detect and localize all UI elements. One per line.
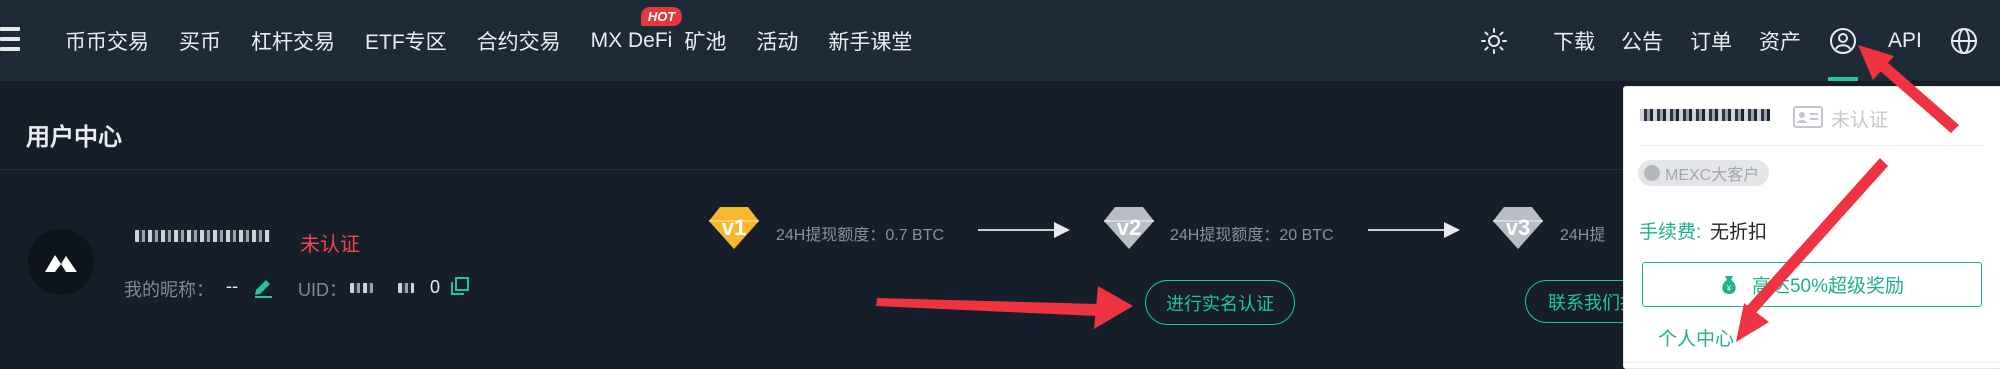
hot-badge: HOT — [640, 6, 683, 26]
nav-item-beginner[interactable]: 新手课堂 — [828, 26, 912, 56]
nav-item-activities[interactable]: 活动 — [756, 26, 798, 56]
copy-icon — [451, 277, 469, 295]
nav-item-defi[interactable]: MX DeFi HOT — [590, 6, 683, 53]
level-v2-quota: 24H提现额度：20 BTC — [1170, 227, 1334, 244]
edit-nickname-button[interactable] — [252, 276, 274, 303]
verify-status: 未认证 — [300, 234, 360, 256]
reward-button[interactable]: ¥ 高达50%超级奖励 — [1642, 262, 1982, 307]
nickname-label: 我的昵称： — [124, 280, 214, 300]
user-menu-active-indicator — [1828, 77, 1858, 81]
nav-announcement[interactable]: 公告 — [1621, 0, 1663, 81]
personal-center-link[interactable]: 个人中心 — [1658, 324, 1734, 351]
globe-icon — [1951, 27, 1977, 54]
level-v1-badge: v1 — [708, 205, 760, 256]
theme-toggle[interactable] — [1480, 0, 1508, 81]
dropdown-verify-status[interactable]: 未认证 — [1831, 105, 1888, 132]
arrow-right-icon — [1444, 222, 1460, 238]
vip-badge-label: MEXC大客户 — [1665, 167, 1760, 184]
page-title: 用户中心 — [26, 124, 122, 151]
svg-text:¥: ¥ — [1726, 284, 1732, 293]
dropdown-divider — [1638, 145, 1986, 146]
level-v2-label: v2 — [1117, 215, 1141, 240]
mexc-logo-icon — [45, 255, 77, 272]
user-dropdown: 未认证 MEXC大客户 手续费: 无折扣 ¥ 高达50%超级奖励 个人中心 — [1623, 86, 2000, 369]
arrow-line — [978, 229, 1058, 231]
nav-download[interactable]: 下载 — [1553, 0, 1595, 81]
menu-icon[interactable] — [0, 27, 20, 51]
uid-value-tail: 0 — [430, 277, 441, 297]
sun-icon — [1481, 27, 1507, 54]
level-v3-label: v3 — [1506, 215, 1530, 240]
nav-menu: 币币交易 买币 杠杆交易 ETF专区 合约交易 MX DeFi HOT 矿池 活… — [65, 0, 942, 81]
nav-orders[interactable]: 订单 — [1690, 0, 1732, 81]
money-bag-icon: ¥ — [1722, 275, 1736, 294]
real-name-verify-button[interactable]: 进行实名认证 — [1145, 280, 1295, 325]
user-circle-icon — [1830, 27, 1856, 54]
dropdown-divider — [1624, 362, 2000, 363]
language-button[interactable] — [1950, 0, 1978, 81]
uid-redacted-part — [350, 283, 374, 293]
annotation-arrow-to-verify-button — [876, 286, 1133, 329]
level-v3-badge: v3 — [1492, 205, 1544, 256]
level-v1-quota: 24H提现额度：0.7 BTC — [776, 227, 945, 244]
vip-badge: MEXC大客户 — [1638, 160, 1770, 186]
nav-item-mining-pool[interactable]: 矿池 — [684, 26, 726, 56]
nickname-value: -- — [226, 276, 238, 296]
uid-redacted-part — [398, 283, 414, 293]
arrow-line — [1368, 229, 1448, 231]
level-v1-label: v1 — [722, 215, 746, 240]
nav-api[interactable]: API — [1888, 0, 1922, 81]
user-menu-button[interactable] — [1829, 0, 1857, 81]
title-divider — [0, 169, 1624, 170]
pencil-icon — [255, 280, 272, 298]
arrow-right-icon — [1054, 222, 1070, 238]
avatar — [28, 229, 94, 295]
nav-item-margin[interactable]: 杠杆交易 — [251, 26, 335, 56]
uid-label: UID： — [298, 280, 347, 300]
nav-item-contract[interactable]: 合约交易 — [477, 26, 561, 56]
level-v2-badge: v2 — [1103, 205, 1155, 256]
id-card-icon — [1793, 106, 1823, 133]
contact-us-button[interactable]: 联系我们提 — [1525, 280, 1623, 323]
account-name-redacted — [1640, 109, 1770, 121]
shield-icon — [1644, 165, 1660, 181]
reward-button-label: 高达50%超级奖励 — [1751, 276, 1905, 297]
nav-assets[interactable]: 资产 — [1759, 0, 1801, 81]
username-redacted — [135, 230, 270, 242]
copy-uid-button[interactable] — [450, 276, 470, 301]
nav-item-spot[interactable]: 币币交易 — [65, 26, 149, 56]
fee-value: 无折扣 — [1710, 222, 1768, 243]
fee-label: 手续费: — [1639, 222, 1702, 243]
nav-item-buy-crypto[interactable]: 买币 — [179, 26, 221, 56]
level-v3-quota: 24H提 — [1560, 227, 1606, 244]
nav-item-etf[interactable]: ETF专区 — [365, 26, 447, 56]
nav-item-defi-label: MX DeFi — [590, 28, 673, 52]
top-nav: 币币交易 买币 杠杆交易 ETF专区 合约交易 MX DeFi HOT 矿池 活… — [0, 0, 2000, 83]
